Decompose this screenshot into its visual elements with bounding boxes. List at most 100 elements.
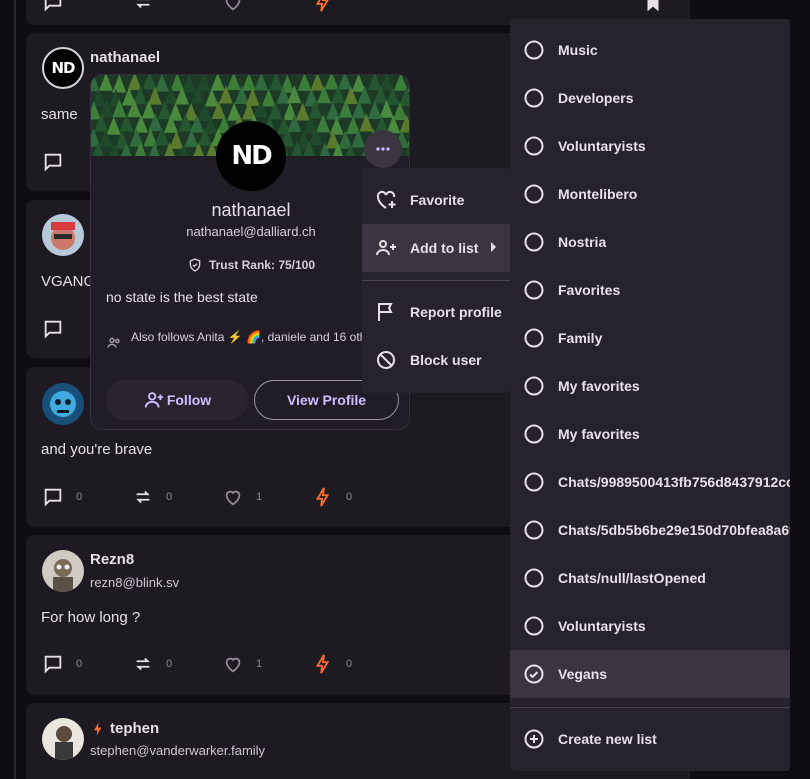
radio-unchecked-icon: [524, 424, 544, 444]
like-button[interactable]: [222, 0, 312, 13]
flag-icon: [378, 303, 393, 321]
create-new-list-button[interactable]: Create new list: [510, 715, 790, 763]
list-option-label: Developers: [558, 90, 634, 106]
repost-icon: [136, 0, 150, 9]
list-option-label: Vegans: [558, 666, 608, 682]
radio-unchecked-icon: [524, 184, 544, 204]
list-option[interactable]: Chats/9989500413fb756d8437912cc: [510, 458, 790, 506]
radio-unchecked-icon: [524, 328, 544, 348]
list-option[interactable]: Chats/null/lastOpened: [510, 554, 790, 602]
repost-count: 0: [166, 658, 173, 670]
list-option-label: Chats/9989500413fb756d8437912cc: [558, 474, 790, 490]
zap-button[interactable]: 0: [312, 486, 402, 508]
add-circle-icon: [524, 729, 544, 749]
profile-avatar[interactable]: ND: [216, 121, 286, 191]
post-text: and you're brave: [41, 441, 153, 458]
block-icon: [377, 351, 395, 369]
zap-icon: [315, 654, 330, 674]
avatar[interactable]: [42, 718, 84, 760]
avatar-illustration: [42, 550, 84, 592]
avatar[interactable]: ND: [42, 47, 84, 89]
list-option-label: Voluntaryists: [558, 618, 646, 634]
list-option[interactable]: Developers: [510, 74, 790, 122]
author-name[interactable]: nathanael: [90, 49, 160, 66]
list-option[interactable]: Favorites: [510, 266, 790, 314]
list-option[interactable]: Music: [510, 26, 790, 74]
repost-button[interactable]: [132, 0, 222, 13]
reply-icon: [44, 655, 62, 674]
radio-unchecked-icon: [524, 616, 544, 636]
list-option-label: Nostria: [558, 234, 607, 250]
like-button[interactable]: 1: [222, 653, 312, 675]
reply-icon: [44, 153, 62, 172]
reply-button[interactable]: 0: [42, 653, 132, 675]
menu-item-block[interactable]: Block user: [362, 336, 510, 384]
people-icon: [107, 337, 120, 348]
author-handle: stephen@vanderwarker.family: [90, 743, 266, 758]
zap-icon: [315, 0, 329, 12]
menu-divider: [362, 280, 510, 281]
radio-unchecked-icon: [524, 520, 544, 540]
radio-unchecked-icon: [524, 232, 544, 252]
more-options-button[interactable]: [364, 130, 402, 168]
avatar-illustration: [42, 214, 84, 256]
menu-item-favorite[interactable]: Favorite: [362, 176, 510, 224]
list-option-label: Family: [558, 330, 603, 346]
mutual-follows: Also follows Anita ⚡ 🌈, daniele and 16 o…: [106, 330, 406, 351]
radio-unchecked-icon: [524, 40, 544, 60]
heart-icon: [225, 0, 241, 11]
list-option[interactable]: Family: [510, 314, 790, 362]
zap-count: 0: [346, 658, 353, 670]
list-option-label: Favorites: [558, 282, 621, 298]
list-option[interactable]: My favorites: [510, 362, 790, 410]
person-add-icon: [144, 392, 163, 408]
reply-button[interactable]: [42, 0, 132, 13]
menu-item-report[interactable]: Report profile: [362, 288, 510, 336]
list-option[interactable]: Nostria: [510, 218, 790, 266]
follow-button[interactable]: Follow: [106, 380, 248, 420]
author-name[interactable]: tephen: [90, 720, 159, 737]
avatar[interactable]: [42, 383, 84, 425]
bookmark-icon[interactable]: [642, 0, 664, 14]
zap-icon: [315, 487, 330, 507]
repost-icon: [136, 657, 150, 671]
submenu-arrow-icon: [491, 242, 496, 252]
post-actions: [42, 0, 659, 14]
like-count: 1: [256, 658, 263, 670]
author-name[interactable]: Rezn8: [90, 551, 134, 568]
avatar[interactable]: [42, 550, 84, 592]
radio-checked-icon: [524, 664, 544, 684]
list-option[interactable]: My favorites: [510, 410, 790, 458]
submenu-divider: [510, 707, 790, 708]
repost-button[interactable]: 0: [132, 653, 222, 675]
menu-item-add-to-list[interactable]: Add to list: [362, 224, 510, 272]
avatar[interactable]: [42, 214, 84, 256]
reply-count: 0: [76, 658, 83, 670]
left-rail: [14, 0, 16, 779]
heart-icon: [225, 657, 241, 673]
radio-unchecked-icon: [524, 568, 544, 588]
zap-icon: [94, 721, 102, 736]
profile-about: no state is the best state: [106, 289, 258, 305]
zap-button[interactable]: [312, 0, 402, 13]
radio-unchecked-icon: [524, 136, 544, 156]
list-option[interactable]: Chats/5db5b6be29e150d70bfea8a6f: [510, 506, 790, 554]
repost-icon: [136, 490, 150, 504]
post-text: For how long ?: [41, 609, 141, 626]
list-option-label: Voluntaryists: [558, 138, 646, 154]
author-handle: rezn8@blink.sv: [90, 575, 180, 590]
repost-button[interactable]: 0: [132, 486, 222, 508]
heart-icon: [225, 490, 241, 506]
list-option[interactable]: Voluntaryists: [510, 122, 790, 170]
zap-button[interactable]: 0: [312, 653, 402, 675]
like-count: 1: [256, 491, 263, 503]
list-option-label: My favorites: [558, 426, 640, 442]
reply-button[interactable]: 0: [42, 486, 132, 508]
avatar-illustration: [42, 383, 84, 425]
list-option[interactable]: Voluntaryists: [510, 602, 790, 650]
list-option[interactable]: Montelibero: [510, 170, 790, 218]
avatar-illustration: [42, 718, 84, 760]
group-add-icon: [376, 240, 396, 256]
list-option[interactable]: Vegans: [510, 650, 790, 698]
like-button[interactable]: 1: [222, 486, 312, 508]
